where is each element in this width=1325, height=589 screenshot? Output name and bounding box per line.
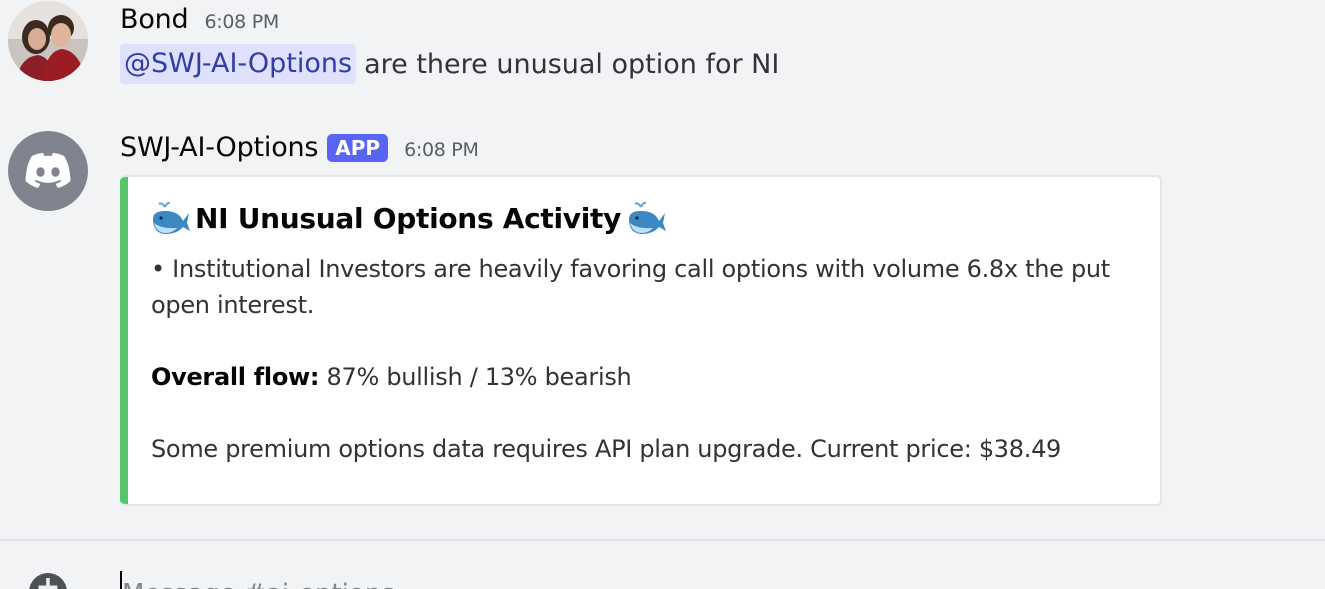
message-content: @SWJ-AI-Options are there unusual option… bbox=[120, 44, 1325, 84]
message-header: SWJ-AI-Options APP 6:08 PM bbox=[120, 132, 1325, 163]
message-input[interactable] bbox=[122, 574, 922, 589]
message-item: Bond 6:08 PM @SWJ-AI-Options are there u… bbox=[0, 0, 1325, 100]
message-body: Bond 6:08 PM @SWJ-AI-Options are there u… bbox=[120, 4, 1325, 84]
timestamp: 6:08 PM bbox=[204, 11, 280, 33]
embed-title: NI Unusual Options Activity bbox=[151, 201, 1120, 235]
chat-messages: Bond 6:08 PM @SWJ-AI-Options are there u… bbox=[0, 0, 1325, 589]
discord-logo-icon bbox=[25, 153, 71, 188]
timestamp: 6:08 PM bbox=[404, 139, 479, 161]
flow-value: 87% bullish / 13% bearish bbox=[326, 363, 632, 391]
embed-bullet: • Institutional Investors are heavily fa… bbox=[151, 255, 1110, 319]
message-embed: NI Unusual Options Activity • Institutio… bbox=[120, 175, 1162, 506]
embed-description: • Institutional Investors are heavily fa… bbox=[151, 251, 1120, 467]
embed-accent-bar bbox=[120, 177, 128, 504]
bot-username[interactable]: SWJ-AI-Options bbox=[120, 132, 318, 163]
message-item: SWJ-AI-Options APP 6:08 PM NI Unusual Op… bbox=[0, 128, 1325, 513]
user-avatar[interactable] bbox=[8, 1, 88, 81]
plus-circle-icon[interactable]: + bbox=[29, 573, 67, 589]
message-header: Bond 6:08 PM bbox=[120, 4, 1325, 35]
embed-footer-text: Some premium options data requires API p… bbox=[151, 435, 1062, 463]
embed-flow: Overall flow: 87% bullish / 13% bearish bbox=[151, 359, 1120, 395]
username[interactable]: Bond bbox=[120, 4, 189, 35]
bot-avatar[interactable] bbox=[8, 131, 88, 211]
message-text: are there unusual option for NI bbox=[364, 48, 780, 80]
embed-content: NI Unusual Options Activity • Institutio… bbox=[151, 201, 1120, 467]
user-photo-avatar bbox=[8, 1, 88, 81]
embed-title-text: NI Unusual Options Activity bbox=[195, 201, 622, 235]
app-badge: APP bbox=[327, 133, 389, 162]
message-body: SWJ-AI-Options APP 6:08 PM NI Unusual Op… bbox=[120, 132, 1325, 506]
flow-label: Overall flow: bbox=[151, 363, 320, 391]
whale-icon bbox=[629, 201, 667, 234]
message-composer: + bbox=[0, 541, 1325, 589]
user-mention[interactable]: @SWJ-AI-Options bbox=[120, 44, 357, 84]
whale-icon bbox=[153, 201, 190, 234]
